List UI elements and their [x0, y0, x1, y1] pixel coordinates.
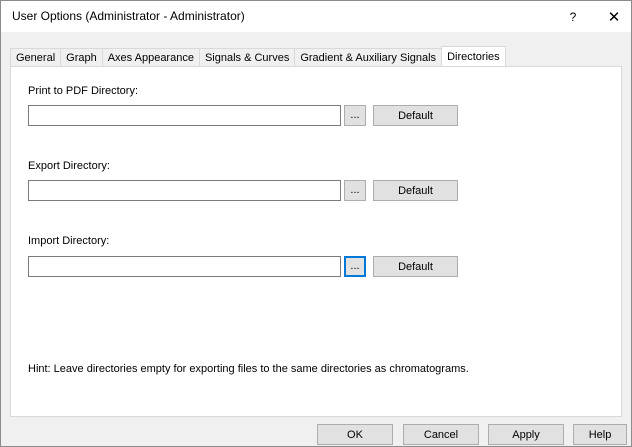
export-directory-field[interactable] — [28, 180, 341, 201]
import-default-button[interactable]: Default — [373, 256, 458, 277]
cancel-button[interactable]: Cancel — [403, 424, 479, 445]
window-title: User Options (Administrator - Administra… — [12, 9, 245, 23]
import-directory-field[interactable] — [28, 256, 341, 277]
tab-signals-curves[interactable]: Signals & Curves — [198, 48, 296, 66]
export-browse-button[interactable]: ... — [344, 180, 366, 201]
pdf-directory-field[interactable] — [28, 105, 341, 126]
tab-directories[interactable]: Directories — [441, 46, 506, 66]
tab-strip: General Graph Axes Appearance Signals & … — [10, 46, 506, 66]
pdf-browse-button[interactable]: ... — [344, 105, 366, 126]
user-options-dialog: User Options (Administrator - Administra… — [0, 0, 632, 447]
pdf-default-button[interactable]: Default — [373, 105, 458, 126]
tab-graph[interactable]: Graph — [60, 48, 103, 66]
pdf-directory-label: Print to PDF Directory: — [28, 85, 139, 97]
export-default-button[interactable]: Default — [373, 180, 458, 201]
tab-general[interactable]: General — [10, 48, 62, 66]
import-directory-label: Import Directory: — [28, 235, 110, 247]
ok-button[interactable]: OK — [317, 424, 393, 445]
directories-panel: Print to PDF Directory: ... Default Expo… — [10, 66, 622, 417]
export-directory-label: Export Directory: — [28, 160, 110, 172]
help-button[interactable]: Help — [573, 424, 627, 445]
close-icon[interactable]: ✕ — [598, 1, 630, 32]
import-browse-button[interactable]: ... — [344, 256, 366, 277]
tab-gradient-auxiliary-signals[interactable]: Gradient & Auxiliary Signals — [294, 48, 443, 66]
tab-axes-appearance[interactable]: Axes Appearance — [101, 48, 200, 66]
title-bar: User Options (Administrator - Administra… — [1, 1, 631, 32]
help-icon[interactable]: ? — [557, 1, 589, 32]
hint-text: Hint: Leave directories empty for export… — [28, 363, 469, 375]
apply-button[interactable]: Apply — [488, 424, 564, 445]
